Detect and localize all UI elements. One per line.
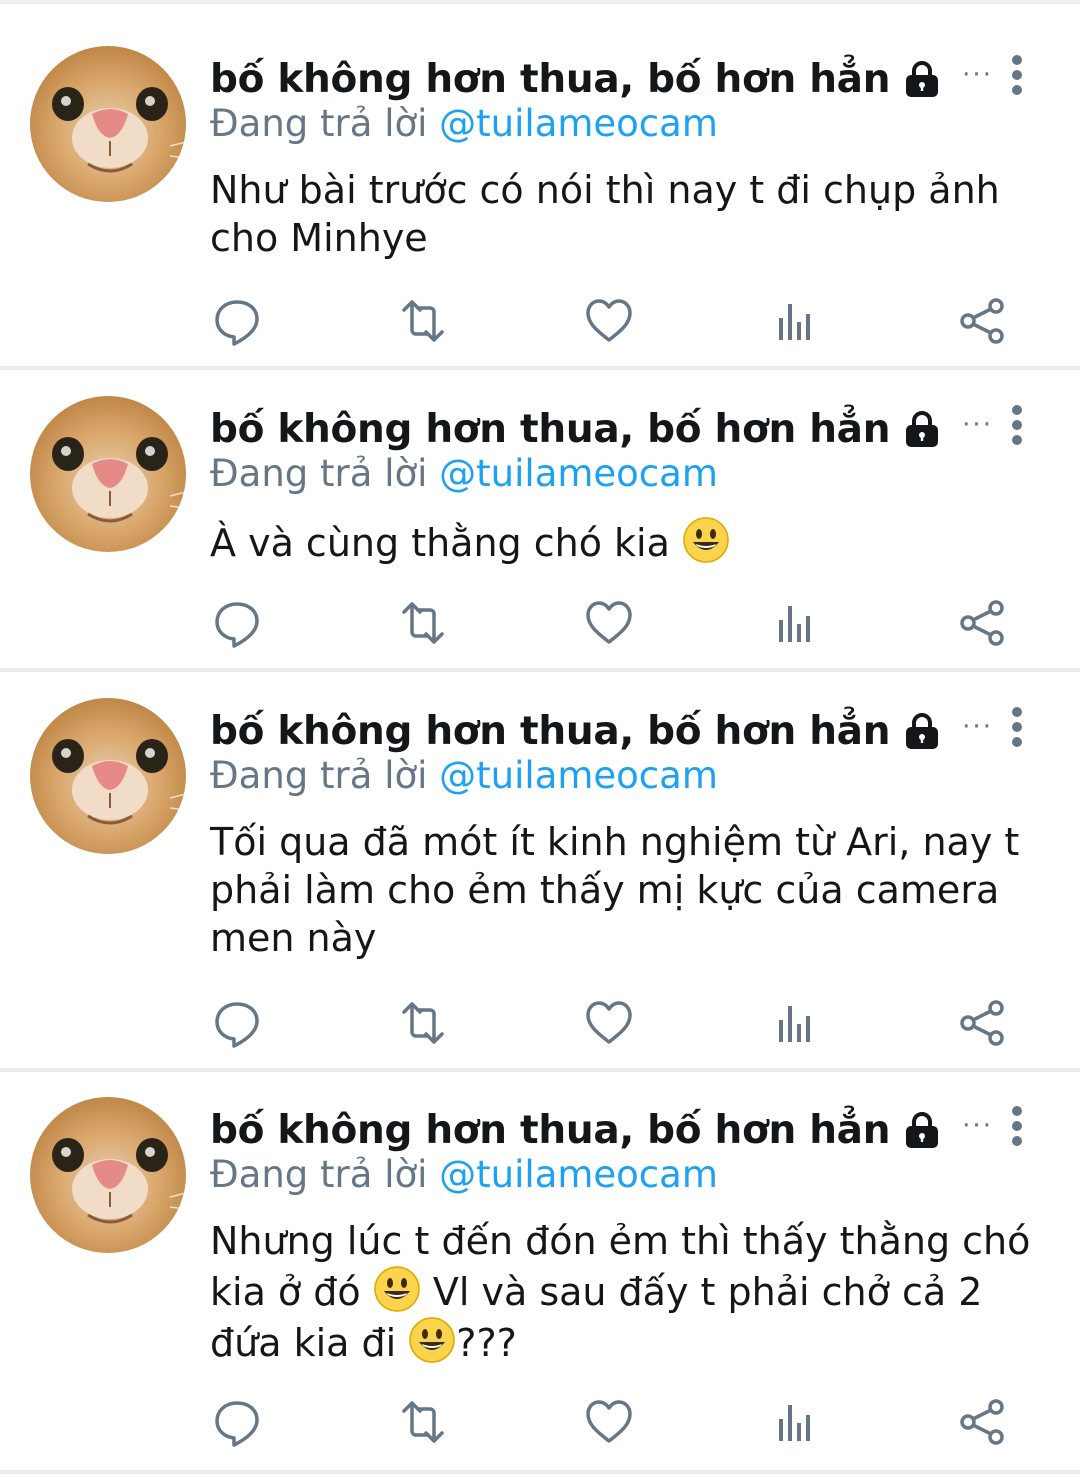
tweet[interactable]: bố không hơn thua, bố hơn hẳn ··· Đang t… xyxy=(0,698,1080,1066)
avatar-image xyxy=(30,698,186,854)
avatar[interactable] xyxy=(30,396,186,552)
display-name[interactable]: bố không hơn thua, bố hơn hẳn xyxy=(210,709,890,754)
avatar-image xyxy=(30,1097,186,1253)
tweet-header: bố không hơn thua, bố hơn hẳn ··· xyxy=(210,703,993,759)
share-icon[interactable] xyxy=(958,1397,1008,1447)
share-icon[interactable] xyxy=(958,296,1008,346)
display-name[interactable]: bố không hơn thua, bố hơn hẳn xyxy=(210,407,890,452)
tweet-header: bố không hơn thua, bố hơn hẳn ··· xyxy=(210,401,993,457)
reply-handle-link[interactable]: @tuilameocam xyxy=(439,1153,718,1196)
share-icon[interactable] xyxy=(958,598,1008,648)
lock-icon xyxy=(902,59,942,99)
reply-handle-link[interactable]: @tuilameocam xyxy=(439,754,718,797)
reply-icon[interactable] xyxy=(212,1397,262,1447)
tweet-divider xyxy=(0,1068,1080,1072)
top-divider xyxy=(0,0,1080,4)
heart-icon[interactable] xyxy=(584,598,634,648)
replying-label: Đang trả lời xyxy=(210,102,428,145)
avatar[interactable] xyxy=(30,698,186,854)
tweet-text-part: À và cùng thằng chó kia xyxy=(210,521,670,565)
lock-icon xyxy=(902,1110,942,1150)
share-icon[interactable] xyxy=(958,998,1008,1048)
more-vertical-icon[interactable] xyxy=(1006,404,1028,446)
tweet-text-part: ??? xyxy=(456,1321,517,1365)
name-suffix: ··· xyxy=(962,60,993,90)
retweet-icon[interactable] xyxy=(398,998,448,1048)
retweet-icon[interactable] xyxy=(398,296,448,346)
display-name[interactable]: bố không hơn thua, bố hơn hẳn xyxy=(210,57,890,102)
tweet[interactable]: bố không hơn thua, bố hơn hẳn ··· Đang t… xyxy=(0,1097,1080,1469)
replying-label: Đang trả lời xyxy=(210,754,428,797)
replying-to: Đang trả lời @tuilameocam xyxy=(210,1153,718,1196)
action-bar xyxy=(210,998,1010,1048)
analytics-icon[interactable] xyxy=(770,998,820,1048)
tweet-divider xyxy=(0,366,1080,370)
analytics-icon[interactable] xyxy=(770,296,820,346)
tweet-text: À và cùng thằng chó kia xyxy=(210,516,1050,567)
name-suffix: ··· xyxy=(962,712,993,742)
smiley-emoji xyxy=(682,516,730,564)
retweet-icon[interactable] xyxy=(398,598,448,648)
avatar-image xyxy=(30,46,186,202)
analytics-icon[interactable] xyxy=(770,1397,820,1447)
tweet[interactable]: bố không hơn thua, bố hơn hẳn ··· Đang t… xyxy=(0,46,1080,366)
tweet-header: bố không hơn thua, bố hơn hẳn ··· xyxy=(210,51,993,107)
replying-to: Đang trả lời @tuilameocam xyxy=(210,452,718,495)
reply-handle-link[interactable]: @tuilameocam xyxy=(439,452,718,495)
tweet-divider xyxy=(0,668,1080,672)
replying-label: Đang trả lời xyxy=(210,452,428,495)
tweet-text: Nhưng lúc t đến đón ẻm thì thấy thằng ch… xyxy=(210,1217,1050,1367)
more-vertical-icon[interactable] xyxy=(1006,706,1028,748)
action-bar xyxy=(210,598,1010,648)
lock-icon xyxy=(902,409,942,449)
lock-icon xyxy=(902,711,942,751)
reply-handle-link[interactable]: @tuilameocam xyxy=(439,102,718,145)
analytics-icon[interactable] xyxy=(770,598,820,648)
replying-to: Đang trả lời @tuilameocam xyxy=(210,102,718,145)
tweet-text: Như bài trước có nói thì nay t đi chụp ả… xyxy=(210,168,1000,260)
tweet-divider xyxy=(0,1470,1080,1474)
more-vertical-icon[interactable] xyxy=(1006,54,1028,96)
action-bar xyxy=(210,296,1010,346)
heart-icon[interactable] xyxy=(584,998,634,1048)
avatar-image xyxy=(30,396,186,552)
reply-icon[interactable] xyxy=(212,998,262,1048)
avatar[interactable] xyxy=(30,46,186,202)
heart-icon[interactable] xyxy=(584,1397,634,1447)
name-suffix: ··· xyxy=(962,410,993,440)
replying-label: Đang trả lời xyxy=(210,1153,428,1196)
tweet[interactable]: bố không hơn thua, bố hơn hẳn ··· Đang t… xyxy=(0,396,1080,668)
action-bar xyxy=(210,1397,1010,1447)
tweet-text: Tối qua đã mót ít kinh nghiệm từ Ari, na… xyxy=(210,820,1020,960)
more-vertical-icon[interactable] xyxy=(1006,1105,1028,1147)
heart-icon[interactable] xyxy=(584,296,634,346)
smiley-emoji xyxy=(373,1265,421,1313)
smiley-emoji xyxy=(408,1316,456,1364)
reply-icon[interactable] xyxy=(212,296,262,346)
replying-to: Đang trả lời @tuilameocam xyxy=(210,754,718,797)
name-suffix: ··· xyxy=(962,1111,993,1141)
retweet-icon[interactable] xyxy=(398,1397,448,1447)
tweet-header: bố không hơn thua, bố hơn hẳn ··· xyxy=(210,1102,993,1158)
avatar[interactable] xyxy=(30,1097,186,1253)
display-name[interactable]: bố không hơn thua, bố hơn hẳn xyxy=(210,1108,890,1153)
reply-icon[interactable] xyxy=(212,598,262,648)
